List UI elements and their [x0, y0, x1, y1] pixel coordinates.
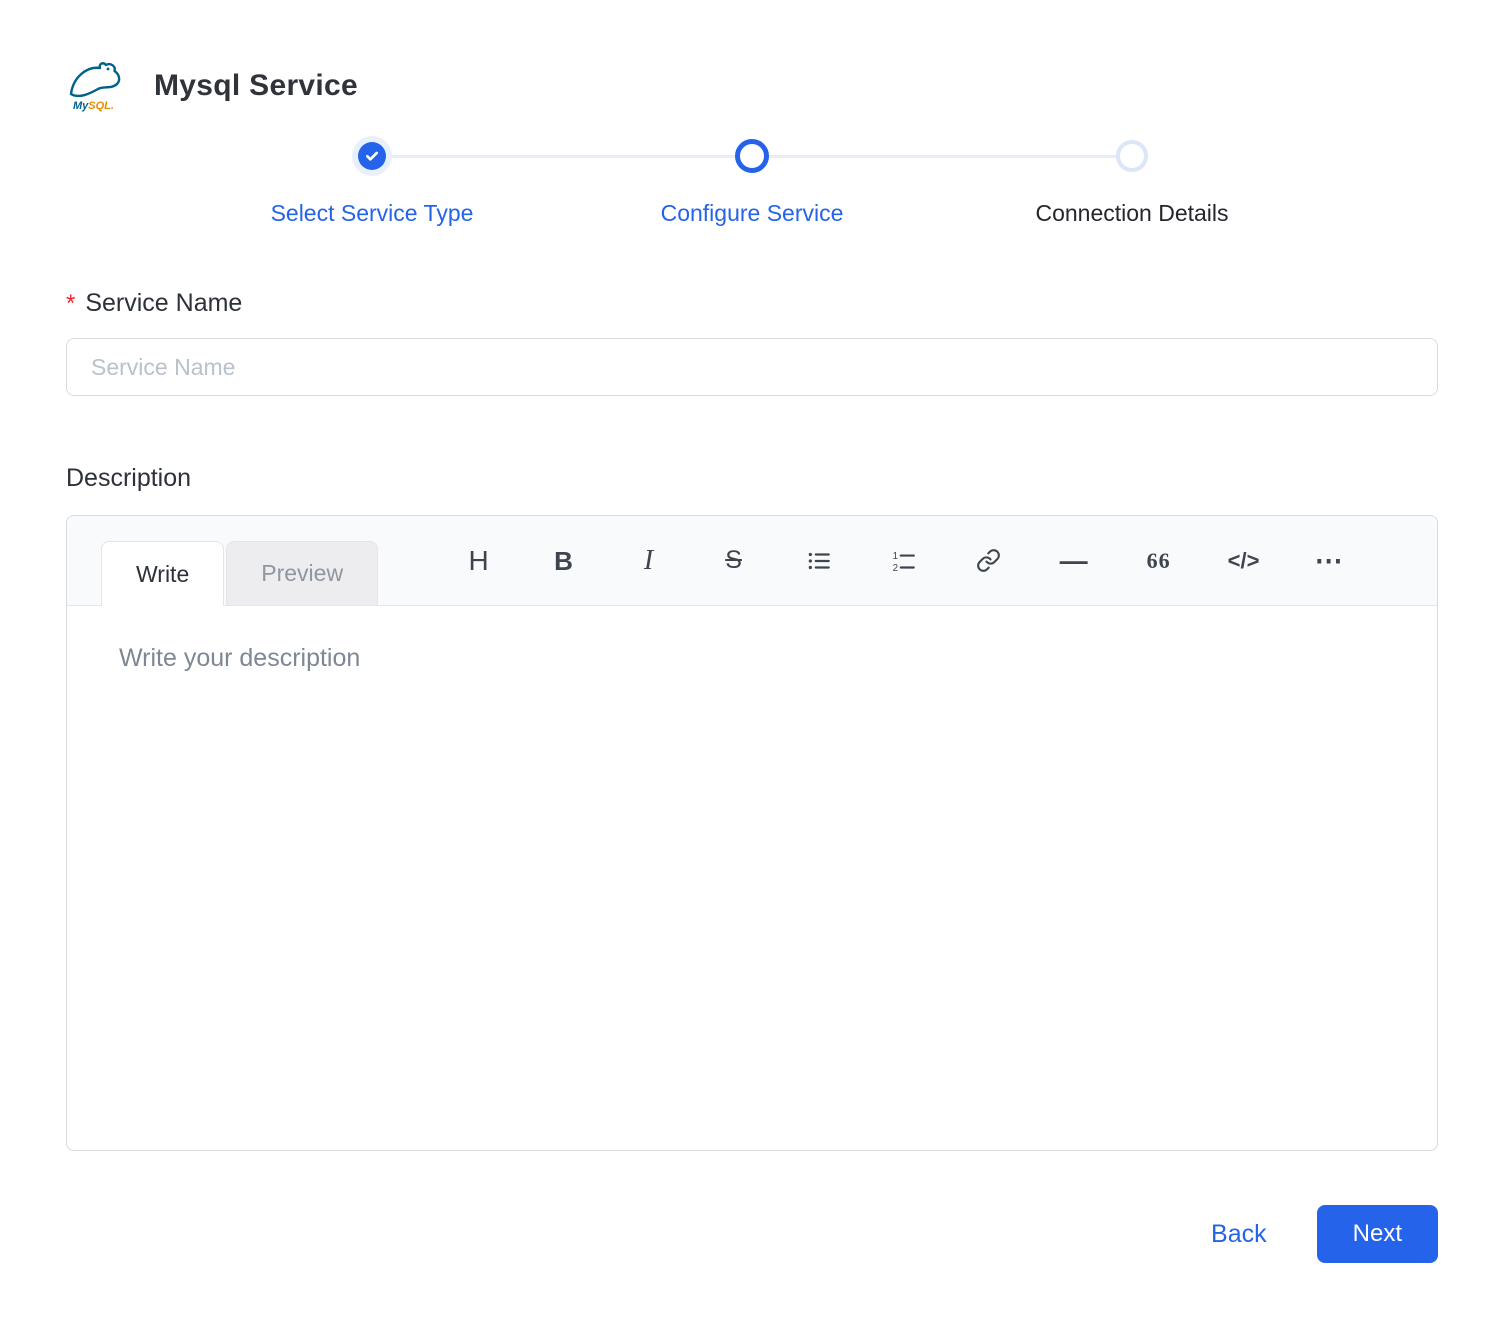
bold-icon[interactable]: B [521, 531, 606, 591]
quote-icon[interactable]: 66 [1116, 531, 1201, 591]
tab-write[interactable]: Write [101, 541, 224, 606]
step1-label: Select Service Type [271, 200, 474, 227]
step-active-circle-icon [735, 139, 769, 173]
description-section: Description Write Preview H B I S [66, 464, 1438, 1151]
stepper: Select Service Type Configure Service Co… [202, 138, 1302, 227]
step3-label: Connection Details [1035, 200, 1228, 227]
horizontal-rule-glyph: — [1060, 547, 1088, 575]
step-configure-service: Configure Service [582, 138, 922, 227]
bold-glyph: B [554, 548, 573, 574]
italic-glyph: I [644, 547, 653, 575]
strikethrough-glyph: S [725, 548, 742, 573]
description-editor: Write Preview H B I S [66, 515, 1438, 1151]
link-icon[interactable] [946, 531, 1031, 591]
svg-text:2: 2 [892, 562, 897, 573]
editor-tools: H B I S [436, 531, 1371, 591]
header: MySQL. Mysql Service [66, 58, 1438, 114]
service-name-label: * Service Name [66, 289, 1438, 318]
italic-icon[interactable]: I [606, 531, 691, 591]
code-icon[interactable]: </> [1201, 531, 1286, 591]
numbered-list-icon[interactable]: 1 2 [861, 531, 946, 591]
step-completed-check-icon [358, 142, 386, 170]
step-select-service-type: Select Service Type [202, 138, 542, 227]
quote-glyph: 66 [1147, 550, 1171, 572]
svg-text:MySQL.: MySQL. [73, 100, 114, 112]
step2-circle-wrap [735, 138, 769, 174]
description-label: Description [66, 464, 1438, 493]
footer-actions: Back Next [66, 1205, 1438, 1263]
heading-glyph: H [468, 547, 488, 575]
back-button[interactable]: Back [1211, 1220, 1267, 1249]
svg-text:1: 1 [892, 550, 897, 561]
required-asterisk: * [66, 290, 75, 317]
step-connection-details: Connection Details [962, 138, 1302, 227]
description-textarea[interactable] [67, 606, 1437, 1150]
service-name-section: * Service Name [66, 289, 1438, 396]
editor-tabs: Write Preview [101, 541, 378, 605]
bulleted-list-icon[interactable] [776, 531, 861, 591]
page-title: Mysql Service [154, 69, 358, 103]
more-options-icon[interactable]: ⋯ [1286, 531, 1371, 591]
editor-toolbar: Write Preview H B I S [67, 516, 1437, 606]
strikethrough-icon[interactable]: S [691, 531, 776, 591]
tab-preview[interactable]: Preview [226, 541, 378, 605]
step3-circle-wrap [1116, 138, 1148, 174]
next-button[interactable]: Next [1317, 1205, 1438, 1263]
horizontal-rule-icon[interactable]: — [1031, 531, 1116, 591]
service-name-input[interactable] [66, 338, 1438, 396]
step2-label: Configure Service [661, 200, 844, 227]
heading-icon[interactable]: H [436, 531, 521, 591]
more-glyph: ⋯ [1315, 547, 1343, 575]
mysql-logo-icon: MySQL. [66, 58, 124, 114]
service-config-page: MySQL. Mysql Service Select Service Type… [0, 0, 1504, 1326]
service-name-label-text: Service Name [85, 289, 242, 317]
step1-circle-wrap [358, 138, 386, 174]
code-glyph: </> [1228, 550, 1260, 572]
step-pending-circle-icon [1116, 140, 1148, 172]
